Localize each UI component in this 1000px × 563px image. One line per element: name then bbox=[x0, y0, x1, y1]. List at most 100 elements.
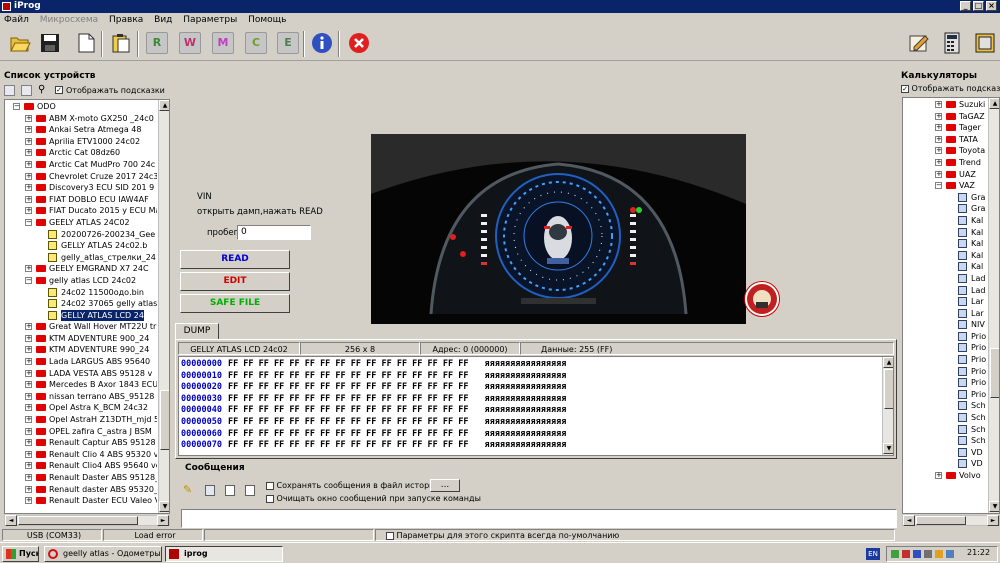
menu-chip[interactable]: Микросхема bbox=[40, 15, 98, 25]
expand-icon[interactable]: + bbox=[25, 404, 32, 412]
close-button[interactable]: × bbox=[986, 1, 997, 11]
devices-tree-item[interactable]: 20200726-200234_Gee bbox=[5, 229, 157, 241]
expand-icon[interactable]: + bbox=[25, 369, 32, 377]
expand-icon[interactable]: + bbox=[25, 137, 32, 145]
expand-icon[interactable]: + bbox=[25, 474, 32, 481]
tray-usb-icon[interactable] bbox=[924, 550, 932, 558]
expand-icon[interactable]: + bbox=[935, 472, 942, 479]
devices-tree-item[interactable]: + KTM ADVENTURE 900_24 bbox=[5, 333, 157, 345]
expand-icon[interactable]: + bbox=[25, 184, 32, 192]
expand-icon[interactable]: + bbox=[25, 439, 32, 447]
language-indicator[interactable]: EN bbox=[866, 548, 880, 560]
hscroll-thumb[interactable] bbox=[916, 516, 966, 525]
calculator-button[interactable] bbox=[941, 32, 963, 54]
minimize-button[interactable]: _ bbox=[960, 1, 971, 11]
scroll-down-icon[interactable]: ▼ bbox=[989, 501, 999, 512]
calculators-tree-item[interactable]: − VAZ bbox=[903, 180, 989, 192]
devices-hints-checkbox[interactable]: ✓ bbox=[55, 86, 63, 94]
calculators-tree-item[interactable]: Kal bbox=[903, 227, 989, 239]
scroll-left-icon[interactable]: ◄ bbox=[903, 515, 915, 526]
save-button[interactable] bbox=[39, 32, 61, 54]
calculators-tree-item[interactable]: Kal bbox=[903, 261, 989, 273]
scroll-left-icon[interactable]: ◄ bbox=[5, 515, 17, 526]
scroll-thumb[interactable] bbox=[884, 369, 893, 409]
calculators-tree-item[interactable]: VD bbox=[903, 458, 989, 470]
task-browser[interactable]: geelly atlas - Одометры ... bbox=[44, 546, 162, 562]
devices-tree-item[interactable]: + Renault daster ABS 95320_ bbox=[5, 484, 157, 496]
calculators-tree-item[interactable]: Sch bbox=[903, 400, 989, 412]
menu-edit[interactable]: Правка bbox=[109, 15, 143, 25]
expand-icon[interactable]: + bbox=[25, 160, 32, 168]
devices-tree-item[interactable]: + Great Wall Hover MT22U tri bbox=[5, 321, 157, 333]
calculators-tree[interactable]: + Suzuki + TaGAZ + Tager + TATA + Toyota + Trend + UA… bbox=[902, 97, 1000, 514]
hex-row[interactable]: 00000010 FF FF FF FF FF FF FF FF FF FF FF… bbox=[181, 371, 881, 383]
hex-editor[interactable]: 00000000 FF FF FF FF FF FF FF FF FF FF FF… bbox=[178, 356, 894, 456]
devices-tree-item[interactable]: + Lada LARGUS ABS 95640 bbox=[5, 356, 157, 368]
expand-icon[interactable]: + bbox=[935, 147, 942, 155]
menu-file[interactable]: Файл bbox=[4, 15, 29, 25]
maximize-button[interactable]: □ bbox=[973, 1, 984, 11]
expand-icon[interactable]: + bbox=[935, 158, 942, 166]
devices-tree-item[interactable]: + Arctic Cat MudPro 700 24c bbox=[5, 159, 157, 171]
tray-shield-icon[interactable] bbox=[902, 550, 910, 558]
calculators-tree-item[interactable]: + Suzuki bbox=[903, 99, 989, 111]
expand-icon[interactable]: + bbox=[25, 346, 32, 354]
verify-chip-button[interactable]: M bbox=[212, 32, 234, 54]
hex-row[interactable]: 00000070 FF FF FF FF FF FF FF FF FF FF FF… bbox=[181, 440, 881, 452]
expand-icon[interactable]: + bbox=[25, 334, 32, 342]
expand-icon[interactable]: + bbox=[25, 392, 32, 400]
expand-icon[interactable]: + bbox=[25, 427, 32, 435]
devices-tree-item[interactable]: + Renault Clio4 ABS 95640 ve bbox=[5, 460, 157, 472]
calculators-tree-item[interactable]: + Toyota bbox=[903, 145, 989, 157]
devices-tree-item[interactable]: + Ankai Setra Atmega 48 bbox=[5, 124, 157, 136]
calculators-tree-item[interactable]: Kal bbox=[903, 215, 989, 227]
expand-icon[interactable]: + bbox=[935, 135, 942, 143]
devices-tree-item[interactable]: 24c02 11500одо.bin bbox=[5, 287, 157, 299]
tray-bluetooth-icon[interactable] bbox=[913, 550, 921, 558]
calculators-tree-item[interactable]: + Trend bbox=[903, 157, 989, 169]
devices-tree-item[interactable]: + OPEL zafira C_astra J BSM bbox=[5, 426, 157, 438]
devices-hscrollbar[interactable]: ◄ ► bbox=[4, 515, 170, 526]
collapse-icon[interactable]: − bbox=[25, 276, 32, 284]
open-button[interactable] bbox=[9, 32, 31, 54]
calculators-tree-item[interactable]: Sch bbox=[903, 424, 989, 436]
save-history-checkbox[interactable] bbox=[266, 481, 274, 490]
calculators-tree-item[interactable]: Prio bbox=[903, 354, 989, 366]
menu-help[interactable]: Помощь bbox=[248, 15, 286, 25]
calculators-tree-item[interactable]: + Tager bbox=[903, 122, 989, 134]
devices-tree-item[interactable]: + ABM X-moto GX250 _24c0 bbox=[5, 113, 157, 125]
edit-button[interactable]: EDIT bbox=[180, 272, 290, 291]
scroll-thumb[interactable] bbox=[990, 348, 999, 398]
scroll-thumb[interactable] bbox=[160, 390, 169, 450]
default-params-checkbox[interactable] bbox=[386, 531, 394, 540]
collapse-icon[interactable]: − bbox=[935, 182, 942, 190]
hex-row[interactable]: 00000000 FF FF FF FF FF FF FF FF FF FF FF… bbox=[181, 359, 881, 371]
calculators-tree-item[interactable]: + Volvo bbox=[903, 470, 989, 482]
expand-icon[interactable]: + bbox=[25, 265, 32, 273]
expand-icon[interactable]: + bbox=[25, 416, 32, 424]
copy-log-icon[interactable] bbox=[225, 485, 235, 496]
devices-tree-item[interactable]: − GEELY ATLAS 24C02 bbox=[5, 217, 157, 229]
calculators-tree-item[interactable]: Lad bbox=[903, 273, 989, 285]
scroll-up-icon[interactable]: ▲ bbox=[883, 357, 893, 368]
scroll-right-icon[interactable]: ► bbox=[987, 515, 999, 526]
tray-volume-icon[interactable] bbox=[935, 550, 943, 558]
scroll-down-icon[interactable]: ▼ bbox=[159, 501, 169, 512]
calculators-tree-item[interactable]: NIV bbox=[903, 319, 989, 331]
calculators-tree-item[interactable]: + TaGAZ bbox=[903, 111, 989, 123]
read-chip-button[interactable]: R bbox=[146, 32, 168, 54]
clear-messages-checkbox[interactable] bbox=[266, 494, 274, 503]
compare-chip-button[interactable]: C bbox=[245, 32, 267, 54]
devices-tree-item[interactable]: + Opel AstraH Z13DTH_mjd 5 bbox=[5, 414, 157, 426]
devices-tree-item[interactable]: + Renault Clio 4 ABS 95320 v bbox=[5, 449, 157, 461]
expand-icon[interactable]: + bbox=[935, 124, 942, 132]
clipboard-button[interactable] bbox=[110, 32, 132, 54]
devices-tree-item[interactable]: GELLY ATLAS LCD 24 bbox=[5, 309, 157, 322]
menu-settings[interactable]: Параметры bbox=[183, 15, 237, 25]
calculators-tree-item[interactable]: Sch bbox=[903, 435, 989, 447]
expand-icon[interactable]: + bbox=[25, 462, 32, 470]
device-button[interactable] bbox=[974, 32, 996, 54]
info-button[interactable] bbox=[311, 32, 333, 54]
calculators-tree-item[interactable]: Lad bbox=[903, 285, 989, 297]
devices-tree-item[interactable]: + Discovery3 ECU SID 201 9 bbox=[5, 182, 157, 194]
